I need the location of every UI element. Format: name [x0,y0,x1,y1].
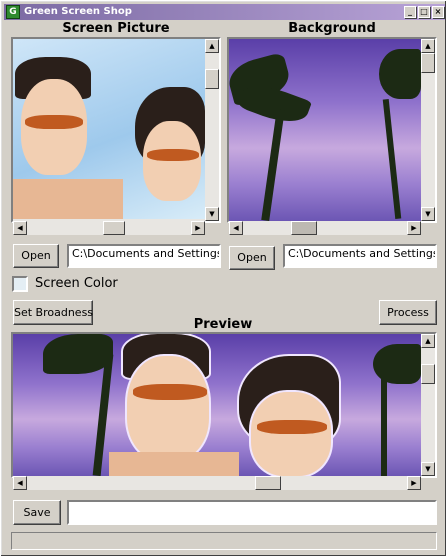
save-filename-field[interactable] [67,500,437,525]
preview-hscroll[interactable]: ◀ ▶ [13,476,421,490]
screen-picture-hscroll[interactable]: ◀ ▶ [13,221,205,235]
open-background-button[interactable]: Open [229,246,275,270]
palm-fronds-right [379,49,421,99]
app-icon: G [6,5,20,19]
scroll-thumb[interactable] [421,53,435,73]
background-image [229,39,421,221]
boy-shoulders [13,179,123,219]
preview-boy-face [127,356,209,460]
open-screen-picture-button[interactable]: Open [13,244,59,268]
preview-image [13,334,421,476]
arrow-up-icon[interactable]: ▲ [421,39,435,53]
preview-panel: ▲ ▼ [11,332,437,478]
arrow-up-icon[interactable]: ▲ [205,39,219,53]
scroll-thumb[interactable] [255,476,281,490]
girl-sunglasses [147,149,199,161]
arrow-right-icon[interactable]: ▶ [191,221,205,235]
palm-trunk-right [382,99,402,219]
background-heading: Background [288,21,376,36]
scroll-thumb[interactable] [103,221,125,235]
screen-picture-vscroll[interactable]: ▲ ▼ [205,39,219,221]
palm-trunk-left [261,108,285,221]
arrow-right-icon[interactable]: ▶ [407,476,421,490]
screen-picture-heading: Screen Picture [62,21,170,36]
screen-picture-image [13,39,205,219]
background-panel: ▲ ▼ [227,37,437,223]
status-bar [11,532,437,550]
arrow-down-icon[interactable]: ▼ [421,462,435,476]
screen-picture-path-field[interactable]: C:\Documents and Settings\kei [67,244,221,268]
preview-boy-sunglasses [133,384,207,400]
scroll-thumb[interactable] [291,221,317,235]
preview-heading: Preview [193,317,253,332]
close-button[interactable]: × [432,6,444,18]
arrow-left-icon[interactable]: ◀ [13,476,27,490]
set-broadness-button[interactable]: Set Broadness [13,300,93,325]
save-button[interactable]: Save [13,500,61,525]
title-bar[interactable]: G Green Screen Shop _ □ × [4,4,445,20]
arrow-right-icon[interactable]: ▶ [407,221,421,235]
screen-color-label: Screen Color [35,276,118,291]
boy-sunglasses [25,115,83,129]
minimize-button[interactable]: _ [404,6,416,18]
screen-color-swatch[interactable] [12,276,28,292]
preview-palm-left [43,334,113,374]
arrow-up-icon[interactable]: ▲ [421,334,435,348]
process-button[interactable]: Process [379,300,437,325]
maximize-button[interactable]: □ [418,6,430,18]
scroll-thumb[interactable] [205,69,219,89]
arrow-down-icon[interactable]: ▼ [205,207,219,221]
window-title: Green Screen Shop [24,6,132,17]
arrow-left-icon[interactable]: ◀ [229,221,243,235]
preview-girl-face [251,392,331,476]
preview-palm-trunk-right [381,374,387,476]
background-path-field[interactable]: C:\Documents and Settings\kei [283,244,437,268]
arrow-down-icon[interactable]: ▼ [421,207,435,221]
background-hscroll[interactable]: ◀ ▶ [229,221,421,235]
preview-vscroll[interactable]: ▲ ▼ [421,334,435,476]
main-window: G Green Screen Shop _ □ × Screen Picture… [0,0,447,557]
background-vscroll[interactable]: ▲ ▼ [421,39,435,221]
arrow-left-icon[interactable]: ◀ [13,221,27,235]
screen-picture-panel: ▲ ▼ [11,37,221,223]
preview-girl-sunglasses [257,420,327,434]
scroll-thumb[interactable] [421,364,435,384]
girl-face [143,121,201,201]
preview-boy-shoulders [109,452,239,476]
